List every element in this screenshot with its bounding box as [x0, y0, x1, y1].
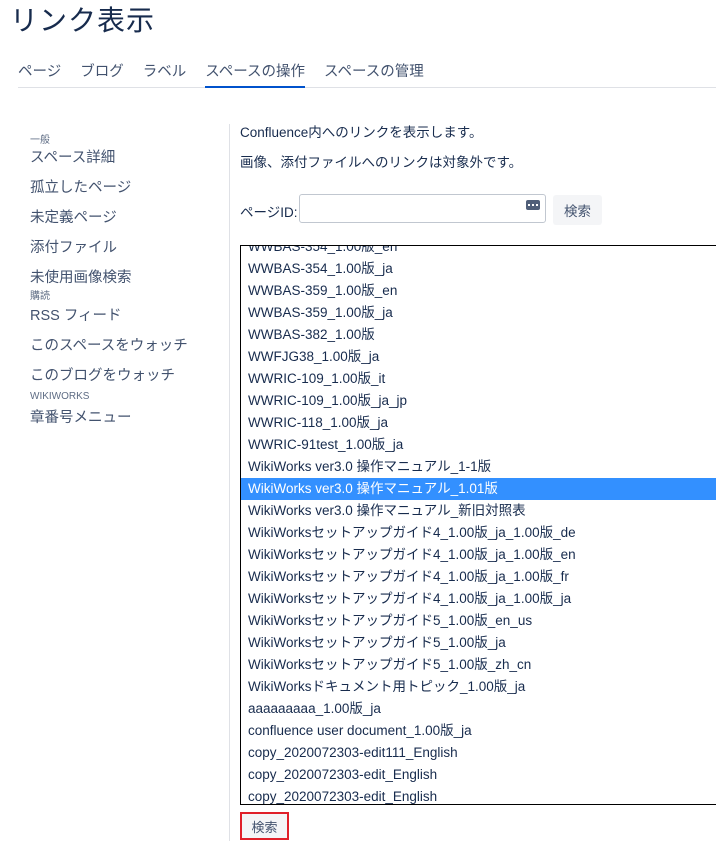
sidebar-item-space-details[interactable]: スペース詳細 — [30, 148, 220, 178]
list-item[interactable]: confluence user document_1.00版_ja — [241, 720, 716, 742]
list-item[interactable]: copy_2020072303-edit_English — [241, 764, 716, 786]
sidebar-item-watch-space[interactable]: このスペースをウォッチ — [30, 336, 220, 366]
list-item[interactable]: WWFJG38_1.00版_ja — [241, 346, 716, 368]
page-title: リンク表示 — [10, 5, 156, 36]
sidebar-item-orphaned-pages[interactable]: 孤立したページ — [30, 178, 220, 208]
list-item[interactable]: copy_2020072303-edit111_English — [241, 742, 716, 764]
list-item[interactable]: WWRIC-91test_1.00版_ja — [241, 434, 716, 456]
sidebar-item-unused-images[interactable]: 未使用画像検索 — [30, 268, 220, 290]
link-list-items: WWBAS-354_1.00版_en WWBAS-354_1.00版_ja WWBA… — [241, 246, 716, 804]
space-tabs: ページ ブログ ラベル スペースの操作 スペースの管理 — [18, 60, 716, 88]
tab-space-admin[interactable]: スペースの管理 — [324, 60, 424, 86]
list-item[interactable]: WWBAS-359_1.00版_en — [241, 280, 716, 302]
search-submit-button[interactable]: 検索 — [240, 812, 289, 840]
list-item[interactable]: WWBAS-354_1.00版_ja — [241, 258, 716, 280]
list-item[interactable]: WWBAS-382_1.00版 — [241, 324, 716, 346]
sidebar-item-watch-blog[interactable]: このブログをウォッチ — [30, 366, 220, 390]
page-id-input[interactable] — [299, 194, 546, 223]
sidebar-divider — [229, 124, 230, 841]
tab-labels[interactable]: ラベル — [143, 60, 187, 86]
sidebar-heading-subscribe: 購読 — [30, 291, 50, 302]
list-item[interactable]: WWRIC-109_1.00版_ja_jp — [241, 390, 716, 412]
sidebar: 一般 スペース詳細 孤立したページ 未定義ページ 添付ファイル 未使用画像検索 … — [30, 134, 220, 438]
sidebar-heading-general: 一般 — [30, 135, 50, 146]
list-item[interactable]: aaaaaaaaa_1.00版_ja — [241, 698, 716, 720]
list-item[interactable]: WWRIC-109_1.00版_it — [241, 368, 716, 390]
sidebar-heading-wikiworks: WIKIWORKS — [30, 391, 90, 402]
list-item[interactable]: WikiWorksセットアップガイド4_1.00版_ja_1.00版_fr — [241, 566, 716, 588]
link-list[interactable]: WWBAS-354_1.00版_en WWBAS-354_1.00版_ja WWBA… — [240, 245, 716, 805]
sidebar-item-attachments[interactable]: 添付ファイル — [30, 238, 220, 268]
list-item[interactable]: WikiWorksセットアップガイド5_1.00版_ja — [241, 632, 716, 654]
list-item[interactable]: WikiWorks ver3.0 操作マニュアル_新旧対照表 — [241, 500, 716, 522]
list-item[interactable]: WikiWorksセットアップガイド5_1.00版_zh_cn — [241, 654, 716, 676]
list-item[interactable]: WikiWorks ver3.0 操作マニュアル_1.01版 — [241, 478, 716, 500]
list-item[interactable]: WikiWorks ver3.0 操作マニュアル_1-1版 — [241, 456, 716, 478]
sidebar-item-undefined-pages[interactable]: 未定義ページ — [30, 208, 220, 238]
tab-blog[interactable]: ブログ — [80, 60, 124, 86]
list-item[interactable]: WikiWorksドキュメント用トピック_1.00版_ja — [241, 676, 716, 698]
list-item[interactable]: WWBAS-354_1.00版_en — [241, 246, 716, 258]
tab-space-operations[interactable]: スペースの操作 — [205, 60, 305, 88]
list-item[interactable]: copy_2020072303-edit_English — [241, 786, 716, 804]
list-item[interactable]: WikiWorksセットアップガイド4_1.00版_ja_1.00版_en — [241, 544, 716, 566]
list-item[interactable]: WWRIC-118_1.00版_ja — [241, 412, 716, 434]
tab-pages[interactable]: ページ — [18, 60, 61, 86]
list-item[interactable]: WWBAS-359_1.00版_ja — [241, 302, 716, 324]
sidebar-item-rss-feed[interactable]: RSS フィード — [30, 306, 220, 336]
sidebar-item-chapter-menu[interactable]: 章番号メニュー — [30, 408, 220, 438]
search-button[interactable]: 検索 — [553, 195, 602, 225]
page-id-label: ページID: — [240, 205, 298, 220]
list-item[interactable]: WikiWorksセットアップガイド4_1.00版_ja_1.00版_ja — [241, 588, 716, 610]
list-item[interactable]: WikiWorksセットアップガイド4_1.00版_ja_1.00版_de — [241, 522, 716, 544]
list-item[interactable]: WikiWorksセットアップガイド5_1.00版_en_us — [241, 610, 716, 632]
keyboard-icon — [526, 200, 540, 210]
description-line-1: Confluence内へのリンクを表示します。 — [240, 125, 483, 140]
description-line-2: 画像、添付ファイルへのリンクは対象外です。 — [240, 155, 523, 170]
